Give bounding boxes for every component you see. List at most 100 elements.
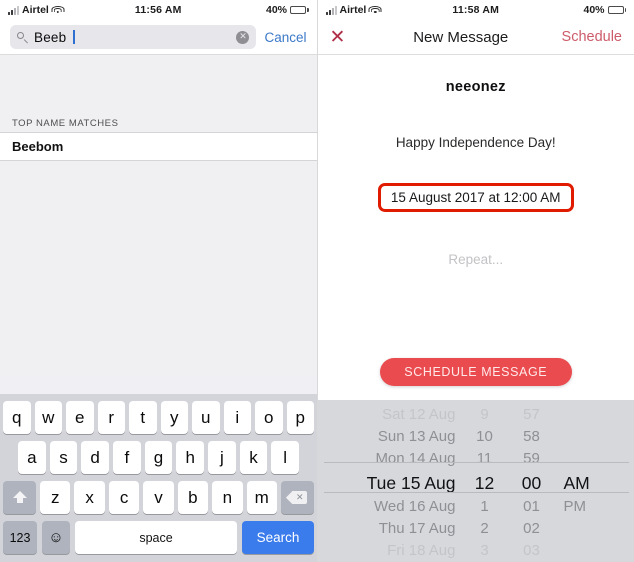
search-input[interactable]: Beeb ✕ <box>10 25 257 49</box>
picker-column-meridiem[interactable]: AM PM <box>556 404 622 562</box>
search-results-spacer <box>0 55 317 107</box>
status-bar-time: 11:56 AM <box>134 4 182 16</box>
picker-minute-option[interactable]: 57 <box>523 404 540 426</box>
key-w[interactable]: w <box>34 401 62 434</box>
key-g[interactable]: g <box>144 441 173 474</box>
key-s[interactable]: s <box>49 441 78 474</box>
picker-hour-option[interactable]: 1 <box>480 496 488 518</box>
key-h[interactable]: h <box>176 441 205 474</box>
picker-date-option[interactable]: Thu 17 Aug <box>379 518 456 540</box>
key-m[interactable]: m <box>246 481 277 514</box>
picker-date-option[interactable]: Mon 14 Aug <box>375 448 455 470</box>
status-bar-time: 11:58 AM <box>452 4 500 16</box>
picker-date-option[interactable]: Fri 18 Aug <box>387 540 455 562</box>
picker-date-option[interactable]: Sat 12 Aug <box>382 404 455 426</box>
key-x[interactable]: x <box>74 481 105 514</box>
message-text[interactable]: Happy Independence Day! <box>318 135 634 150</box>
picker-selection-line-bottom <box>323 492 629 493</box>
keyboard-row-2: a s d f g h j k l <box>0 441 317 474</box>
picker-column-hour[interactable]: 9 10 11 12 1 2 3 <box>462 404 508 562</box>
carrier-label: Airtel <box>22 4 49 16</box>
search-return-key[interactable]: Search <box>242 521 314 554</box>
picker-meridiem-spacer <box>564 404 568 426</box>
battery-percent-label: 40% <box>266 4 288 16</box>
key-z[interactable]: z <box>40 481 71 514</box>
picker-date-option[interactable]: Sun 13 Aug <box>378 426 456 448</box>
key-u[interactable]: u <box>192 401 220 434</box>
key-j[interactable]: j <box>208 441 236 474</box>
carrier-label: Airtel <box>339 4 367 16</box>
scheduled-date-annotation: 15 August 2017 at 12:00 AM <box>318 183 634 212</box>
key-b[interactable]: b <box>177 481 209 514</box>
picker-meridiem-spacer <box>564 448 568 470</box>
picker-hour-option[interactable]: 3 <box>480 540 488 562</box>
clear-icon[interactable]: ✕ <box>236 30 250 44</box>
schedule-button[interactable]: Schedule <box>552 29 622 45</box>
key-d[interactable]: d <box>81 441 109 474</box>
picker-column-date[interactable]: Sat 12 Aug Sun 13 Aug Mon 14 Aug Tue 15 … <box>318 404 462 562</box>
repeat-field[interactable]: Repeat... <box>318 252 634 267</box>
status-bar: Airtel 11:58 AM 40% <box>317 0 634 20</box>
onscreen-keyboard[interactable]: q w e r t y u i o p a s d f g h j k l z … <box>0 394 317 562</box>
keyboard-row-3: z x c v b n m ✕ <box>0 481 317 514</box>
battery-icon <box>290 6 309 14</box>
empty-results-area <box>0 161 317 375</box>
close-icon[interactable]: ✕ <box>330 27 370 47</box>
status-bar-right: 40% <box>526 4 627 16</box>
key-i[interactable]: i <box>223 401 251 434</box>
list-item[interactable]: Beebom <box>0 133 317 161</box>
picker-minute-option[interactable]: 58 <box>523 426 540 448</box>
key-o[interactable]: o <box>255 401 283 434</box>
key-f[interactable]: f <box>113 441 141 474</box>
key-e[interactable]: e <box>66 401 94 434</box>
space-key[interactable]: space <box>75 521 237 554</box>
signal-bars-icon <box>325 5 337 15</box>
numbers-key[interactable]: 123 <box>3 521 37 554</box>
key-a[interactable]: a <box>17 441 46 474</box>
status-bar-right: 40% <box>208 4 309 16</box>
recipient-label[interactable]: neeonez <box>318 79 634 95</box>
section-header-top-name-matches: TOP NAME MATCHES <box>0 107 317 133</box>
keyboard-row-4: 123 ☺ space Search <box>0 521 317 554</box>
search-icon <box>17 31 28 43</box>
picker-minute-option[interactable]: 01 <box>523 496 540 518</box>
picker-hour-option[interactable]: 11 <box>477 448 493 470</box>
picker-meridiem-option[interactable]: PM <box>564 496 587 518</box>
key-t[interactable]: t <box>129 401 157 434</box>
key-l[interactable]: l <box>271 441 300 474</box>
status-bar: Airtel 11:56 AM 40% <box>0 0 317 20</box>
picker-hour-option[interactable]: 2 <box>480 518 488 540</box>
picker-date-option[interactable]: Wed 16 Aug <box>374 496 455 518</box>
picker-column-minute[interactable]: 57 58 59 00 01 02 03 <box>508 404 556 562</box>
picker-minute-option[interactable]: 59 <box>523 448 540 470</box>
backspace-key-icon[interactable]: ✕ <box>280 481 314 514</box>
picker-selection-line-top <box>323 462 629 463</box>
picker-minute-option[interactable]: 03 <box>523 540 540 562</box>
key-q[interactable]: q <box>3 401 31 434</box>
key-c[interactable]: c <box>108 481 140 514</box>
emoji-key-icon[interactable]: ☺ <box>42 521 70 554</box>
key-r[interactable]: r <box>97 401 125 434</box>
key-k[interactable]: k <box>239 441 268 474</box>
key-v[interactable]: v <box>143 481 174 514</box>
schedule-message-button[interactable]: SCHEDULE MESSAGE <box>379 358 572 386</box>
cancel-button[interactable]: Cancel <box>264 30 306 45</box>
key-n[interactable]: n <box>212 481 243 514</box>
signal-bars-icon <box>8 5 19 15</box>
status-bar-left: Airtel <box>8 4 108 16</box>
message-compose-body: neeonez Happy Independence Day! 15 Augus… <box>317 55 634 267</box>
text-caret <box>73 30 75 44</box>
page-title: New Message <box>413 28 509 46</box>
contact-name-label: Beebom <box>12 139 64 154</box>
key-p[interactable]: p <box>286 401 314 434</box>
dual-screenshot-container: Airtel 11:56 AM 40% Beeb ✕ Cancel TOP NA… <box>0 0 634 562</box>
picker-minute-option[interactable]: 02 <box>523 518 540 540</box>
key-y[interactable]: y <box>160 401 188 434</box>
picker-hour-option[interactable]: 10 <box>476 426 493 448</box>
scheduled-date-value[interactable]: 15 August 2017 at 12:00 AM <box>377 183 574 212</box>
date-time-picker[interactable]: Sat 12 Aug Sun 13 Aug Mon 14 Aug Tue 15 … <box>317 400 634 562</box>
navigation-bar: ✕ New Message Schedule <box>317 20 634 55</box>
status-bar-left: Airtel <box>325 4 426 16</box>
picker-hour-option[interactable]: 9 <box>480 404 488 426</box>
shift-key-icon[interactable] <box>3 481 37 514</box>
